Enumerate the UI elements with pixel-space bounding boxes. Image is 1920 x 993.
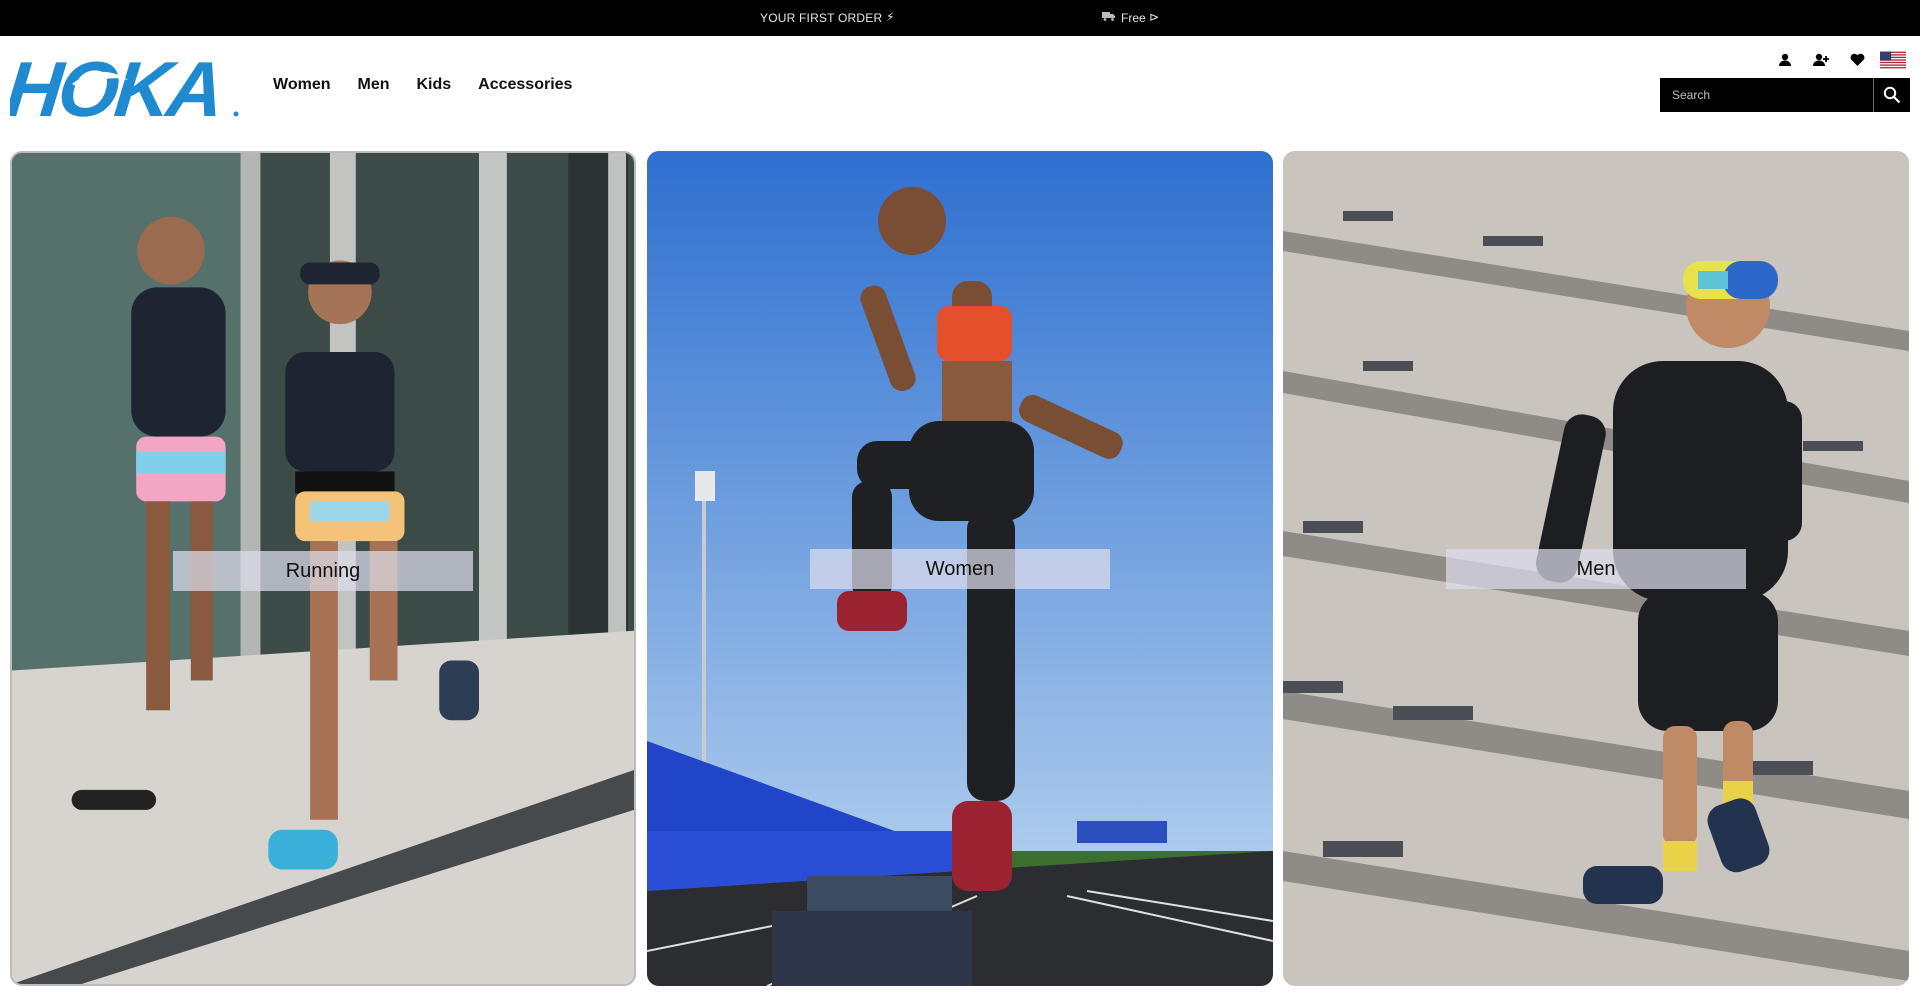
search-box (1660, 78, 1910, 112)
tile-label-running[interactable]: Running (173, 551, 473, 591)
search-input[interactable] (1660, 78, 1873, 112)
tile-label-women[interactable]: Women (810, 549, 1110, 589)
category-tile-women[interactable]: Women (647, 151, 1273, 986)
svg-text:HOKA: HOKA (10, 54, 225, 120)
heart-icon[interactable] (1844, 48, 1870, 72)
nav-accessories[interactable]: Accessories (478, 76, 572, 94)
truck-icon (1102, 11, 1116, 24)
hoka-logo[interactable]: HOKA (2, 45, 240, 133)
add-user-icon[interactable] (1808, 48, 1834, 72)
category-tile-running[interactable]: Running (10, 151, 636, 986)
announcement-message-first-order: YOUR FIRST ORDER (760, 11, 883, 25)
announcement-message-free: Free (1121, 11, 1146, 25)
announcement-bar: YOUR FIRST ORDER ⚡ Free ⊳ (0, 0, 1920, 36)
search-button[interactable] (1873, 78, 1910, 112)
nav-men[interactable]: Men (357, 76, 389, 94)
arrow-icon: ⊳ (1149, 10, 1160, 24)
tile-label-men[interactable]: Men (1446, 549, 1746, 589)
nav-kids[interactable]: Kids (416, 76, 451, 94)
search-icon (1883, 86, 1901, 104)
nav-women[interactable]: Women (273, 76, 330, 94)
account-icon[interactable] (1772, 48, 1798, 72)
category-tile-men[interactable]: Men (1283, 151, 1909, 986)
lightning-icon: ⚡ (886, 10, 895, 24)
main-nav: Women Men Kids Accessories (273, 76, 599, 94)
site-header: HOKA Women Men Kids Accessories (0, 36, 1920, 151)
utility-icons (1772, 48, 1906, 72)
us-flag-icon[interactable] (1880, 48, 1906, 72)
